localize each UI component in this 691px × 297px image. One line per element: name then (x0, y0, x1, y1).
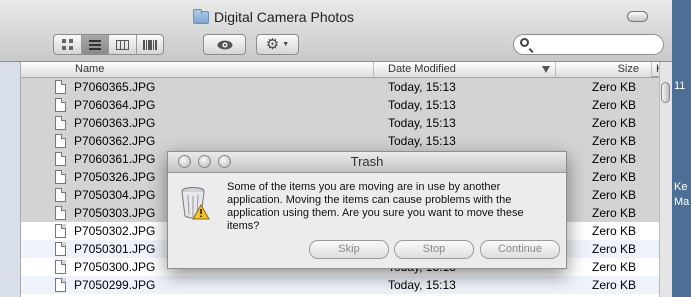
file-size: Zero KB (591, 170, 636, 184)
sidebar (0, 62, 21, 297)
window-title: Digital Camera Photos (214, 9, 355, 25)
table-row[interactable]: P7060365.JPG Today, 15:13 Zero KB (21, 78, 659, 96)
document-icon (55, 170, 66, 184)
folder-icon (193, 8, 209, 24)
sort-descending-icon (542, 66, 550, 73)
document-icon (55, 278, 66, 292)
document-icon (55, 134, 66, 148)
window-title-group: Digital Camera Photos (193, 8, 354, 26)
list-view-icon (88, 39, 101, 50)
file-size: Zero KB (591, 206, 636, 220)
table-row[interactable]: P7060363.JPG Today, 15:13 Zero KB (21, 114, 659, 132)
chevron-down-icon: ▼ (282, 41, 290, 48)
skip-button[interactable]: Skip (309, 240, 389, 259)
column-header-date-modified[interactable]: Date Modified (374, 62, 556, 77)
desktop-label-mid2: Ma (674, 196, 690, 208)
file-name: P7060364.JPG (74, 98, 156, 112)
file-date-modified: Today, 15:13 (388, 98, 456, 112)
file-name: P7050303.JPG (74, 206, 156, 220)
document-icon (55, 152, 66, 166)
document-icon (55, 80, 66, 94)
desktop-label-top: 11 (674, 80, 686, 92)
search-field[interactable] (513, 34, 664, 55)
file-size: Zero KB (591, 134, 636, 148)
file-date-modified: Today, 15:13 (388, 134, 456, 148)
file-name: P7060365.JPG (74, 80, 156, 94)
file-size: Zero KB (591, 116, 636, 130)
file-name: P7060363.JPG (74, 116, 156, 130)
file-size: Zero KB (591, 152, 636, 166)
column-header-size[interactable]: Size (556, 62, 659, 77)
view-mode-group (53, 34, 164, 55)
file-size: Zero KB (591, 98, 636, 112)
cover-flow-button[interactable] (137, 35, 164, 54)
dialog-titlebar: Trash (168, 152, 566, 173)
document-icon (55, 242, 66, 256)
column-view-icon (115, 39, 129, 50)
desktop-label-mid1: Ke (674, 181, 688, 193)
continue-button[interactable]: Continue (480, 240, 560, 259)
file-name: P7050302.JPG (74, 224, 156, 238)
trash-warning-icon (181, 187, 210, 220)
icon-view-button[interactable] (54, 35, 82, 54)
table-row[interactable]: P7060362.JPG Today, 15:13 Zero KB (21, 132, 659, 150)
file-date-modified: Today, 15:13 (388, 80, 456, 94)
file-name: P7050304.JPG (74, 188, 156, 202)
file-size: Zero KB (591, 278, 636, 292)
dialog-message: Some of the items you are moving are in … (227, 181, 524, 232)
table-row[interactable]: P7060364.JPG Today, 15:13 Zero KB (21, 96, 659, 114)
file-name: P7060362.JPG (74, 134, 156, 148)
file-size: Zero KB (591, 242, 636, 256)
cover-flow-icon (142, 39, 157, 50)
file-name: P7050299.JPG (74, 278, 156, 292)
gear-icon: ⚙ (265, 36, 280, 53)
column-view-button[interactable] (109, 35, 137, 54)
action-menu-button[interactable]: ⚙ ▼ (256, 34, 299, 55)
file-size: Zero KB (591, 224, 636, 238)
search-input[interactable] (536, 37, 660, 53)
toolbar-toggle-button[interactable] (627, 11, 648, 22)
table-row[interactable]: P7050299.JPG Today, 15:13 Zero KB (21, 276, 659, 294)
file-name: P7050301.JPG (74, 242, 156, 256)
quick-look-button[interactable] (203, 34, 246, 55)
document-icon (55, 188, 66, 202)
file-size: Zero KB (591, 80, 636, 94)
document-icon (55, 206, 66, 220)
document-icon (55, 98, 66, 112)
document-icon (55, 260, 66, 274)
eye-icon (217, 40, 232, 49)
document-icon (55, 224, 66, 238)
file-size: Zero KB (591, 188, 636, 202)
file-name: P7050326.JPG (74, 170, 156, 184)
search-icon (520, 38, 529, 47)
trash-dialog: Trash Some of the items you are moving a… (167, 151, 567, 269)
file-date-modified: Today, 15:13 (388, 116, 456, 130)
column-header-name[interactable]: Name (21, 62, 374, 77)
document-icon (55, 116, 66, 130)
dialog-title: Trash (350, 154, 384, 169)
file-name: P7060361.JPG (74, 152, 156, 166)
column-header: Name Date Modified Size (21, 62, 659, 78)
list-view-button[interactable] (81, 35, 109, 54)
scrollbar-thumb[interactable] (661, 82, 670, 103)
toolbar: Digital Camera Photos ⚙ ▼ (0, 0, 672, 62)
stop-button[interactable]: Stop (394, 240, 474, 259)
file-name: P7050300.JPG (74, 260, 156, 274)
file-date-modified: Today, 15:13 (388, 278, 456, 292)
column-header-date-label: Date Modified (388, 63, 456, 75)
icon-view-icon (61, 39, 73, 50)
file-size: Zero KB (591, 260, 636, 274)
